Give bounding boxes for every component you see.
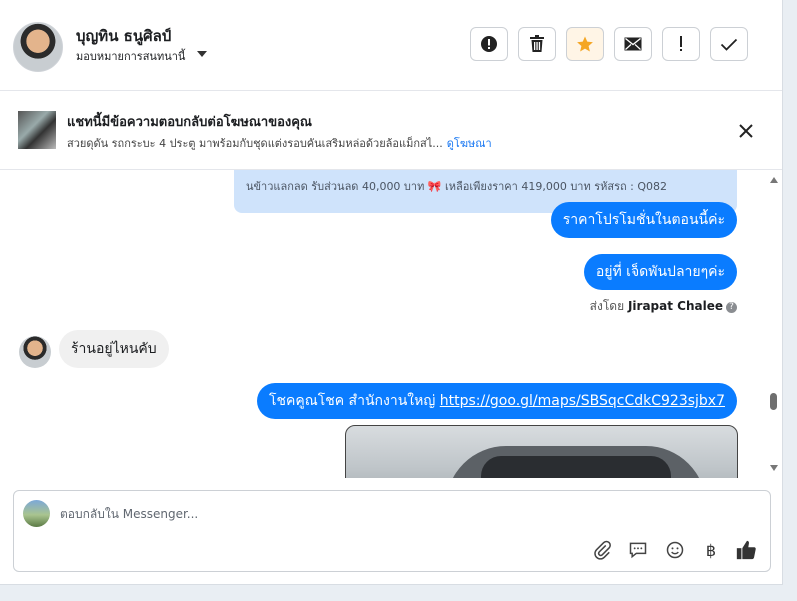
reply-input[interactable] (60, 503, 740, 525)
payment-button[interactable]: ฿ (700, 539, 722, 561)
message-thread[interactable]: นข้าวแลกลด รับส่วนลด 40,000 บาท 🎀 เหลือเ… (0, 170, 782, 478)
page-avatar (23, 500, 50, 527)
ad-banner-title: แชทนี้มีข้อความตอบกลับต่อโฆษณาของคุณ (67, 115, 312, 130)
scroll-up-icon[interactable] (770, 177, 778, 183)
help-icon[interactable]: ? (726, 302, 737, 313)
assign-conversation-label[interactable]: มอบหมายการสนทนานี้ (76, 47, 185, 65)
map-link[interactable]: https://goo.gl/maps/SBSqcCdkC923sjbx7 (440, 393, 725, 409)
thumbs-up-icon (736, 540, 756, 560)
saved-replies-button[interactable] (627, 539, 649, 561)
close-banner-button[interactable] (735, 120, 757, 142)
star-button[interactable] (566, 27, 604, 61)
paperclip-icon (594, 540, 611, 560)
envelope-icon (624, 37, 642, 51)
user-avatar[interactable] (13, 22, 63, 72)
outgoing-message[interactable]: โชคคูณโชค สำนักงานใหญ่ https://goo.gl/ma… (256, 383, 737, 419)
check-icon (720, 38, 738, 51)
alert-button[interactable] (470, 27, 508, 61)
ad-description: สวยดุดัน รถกระบะ 4 ประตู มาพร้อมกับชุดแต… (67, 134, 492, 152)
delete-button[interactable] (518, 27, 556, 61)
sent-by-label: ส่งโดย Jirapat Chalee? (590, 297, 737, 316)
message-text: โชคคูณโชค สำนักงานใหญ่ (268, 393, 440, 409)
mail-button[interactable] (614, 27, 652, 61)
incoming-message[interactable]: ร้านอยู่ไหนคับ (59, 330, 169, 368)
conversation-header: บุญทิน ธนูศิลป์ มอบหมายการสนทนานี้ (0, 0, 782, 91)
view-ad-link[interactable]: ดูโฆษณา (447, 137, 492, 150)
close-icon (739, 124, 753, 138)
customer-avatar (19, 336, 51, 368)
important-button[interactable] (662, 27, 700, 61)
quoted-ad-text: นข้าวแลกลด รับส่วนลด 40,000 บาท 🎀 เหลือเ… (246, 180, 668, 193)
exclamation-circle-icon (481, 36, 497, 52)
baht-icon: ฿ (705, 540, 717, 560)
chat-panel: บุญทิน ธนูศิลป์ มอบหมายการสนทนานี้ แชทนี… (0, 0, 783, 585)
scrollbar-thumb[interactable] (770, 393, 777, 410)
ad-thumbnail[interactable] (18, 111, 56, 149)
star-icon (577, 36, 593, 52)
outgoing-message[interactable]: อยู่ที่ เจ็ดพันปลายๆค่ะ (583, 254, 737, 290)
smiley-icon (666, 541, 684, 559)
ad-description-text: สวยดุดัน รถกระบะ 4 ประตู มาพร้อมกับชุดแต… (67, 137, 443, 150)
car-image-attachment[interactable] (345, 425, 738, 478)
comment-icon (629, 542, 647, 559)
ad-reply-banner: แชทนี้มีข้อความตอบกลับต่อโฆษณาของคุณ สวย… (0, 91, 782, 170)
scrollbar[interactable] (767, 170, 781, 478)
car-window-shape (481, 456, 671, 478)
done-button[interactable] (710, 27, 748, 61)
sender-name: Jirapat Chalee (627, 299, 723, 313)
user-name[interactable]: บุญทิน ธนูศิลป์ (76, 24, 171, 48)
like-button[interactable] (735, 539, 757, 561)
trash-icon (530, 35, 544, 52)
attach-button[interactable] (591, 539, 613, 561)
chevron-down-icon[interactable] (197, 51, 207, 57)
emoji-button[interactable] (664, 539, 686, 561)
exclamation-icon (680, 36, 682, 51)
scroll-down-icon[interactable] (770, 465, 778, 471)
reply-composer: ฿ (13, 490, 771, 572)
sent-by-prefix: ส่งโดย (589, 299, 625, 313)
outgoing-message[interactable]: ราคาโปรโมชั่นในตอนนี้ค่ะ (550, 202, 737, 238)
